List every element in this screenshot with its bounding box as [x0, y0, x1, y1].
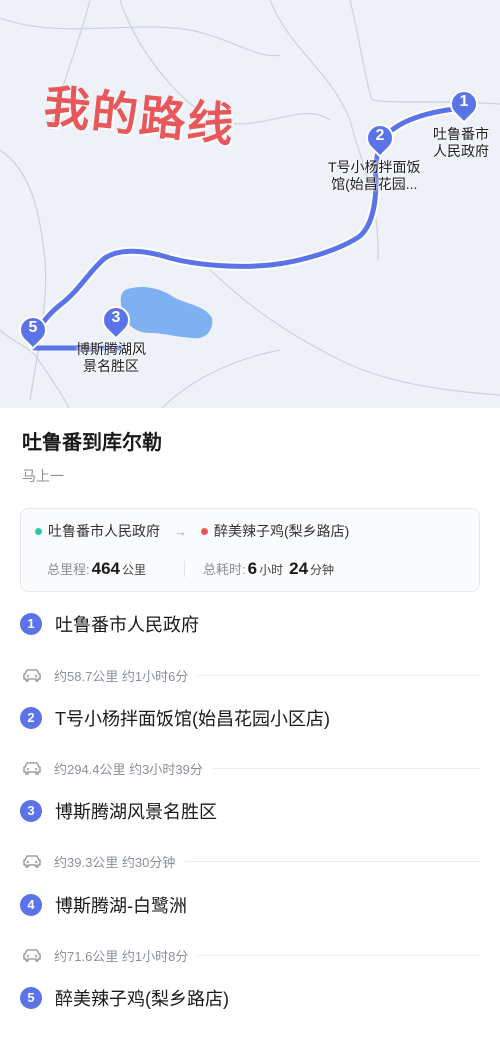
map-label-line: 馆(始昌花园... — [331, 176, 418, 192]
stop-number-badge: 4 — [20, 894, 42, 916]
route-detail-sheet: 吐鲁番到库尔勒 马上一 吐鲁番市人民政府 → 醉美辣子鸡(梨乡路店) 总里程: … — [0, 408, 500, 1039]
leg-distance-time: 约39.3公里 约30分钟 — [54, 854, 176, 870]
divider — [184, 561, 186, 577]
car-icon — [23, 855, 41, 868]
distance-label: 总里程: — [47, 562, 90, 577]
divider — [185, 860, 480, 862]
stop-item-4[interactable]: 4 博斯腾湖-白鹭洲 — [20, 891, 187, 919]
duration-label: 总耗时: — [203, 562, 246, 577]
map-pin-label-1: 吐鲁番市 人民政府 — [433, 126, 489, 160]
map-label-line: 吐鲁番市 — [433, 126, 489, 142]
map-pin-label-2: T号小杨拌面饭 馆(始昌花园... — [328, 159, 421, 193]
leg-item-2: 约294.4公里 约3小时39分 — [22, 758, 480, 778]
leg-distance-time: 约294.4公里 约3小时39分 — [54, 761, 203, 777]
map-pin-label-3: 博斯腾湖风 景名胜区 — [76, 341, 146, 375]
destination-name: 醉美辣子鸡(梨乡路店) — [214, 523, 350, 539]
map-label-line: 景名胜区 — [83, 358, 139, 374]
stop-item-2[interactable]: 2 T号小杨拌面饭馆(始昌花园小区店) — [20, 704, 330, 732]
map-pin-1[interactable]: 1 — [444, 84, 484, 124]
divider — [198, 674, 480, 676]
stop-name: 吐鲁番市人民政府 — [55, 615, 199, 635]
car-icon — [23, 762, 41, 775]
pin-number: 3 — [111, 309, 121, 326]
distance-value: 464 — [91, 559, 120, 578]
duration-minutes-unit: 分钟 — [310, 563, 335, 577]
stop-number-badge: 5 — [20, 987, 42, 1009]
map-pin-5[interactable]: 5 — [13, 310, 53, 350]
car-icon — [23, 669, 41, 682]
route-line — [31, 105, 467, 351]
origin-name: 吐鲁番市人民政府 — [48, 523, 160, 539]
stop-name: 博斯腾湖-白鹭洲 — [55, 896, 187, 916]
stop-name: 博斯腾湖风景名胜区 — [55, 802, 217, 822]
trip-stats-row: 总里程: 464 公里 总耗时: 6 小时 24 分钟 — [47, 559, 467, 579]
stop-number-badge: 1 — [20, 613, 42, 635]
pin-number: 2 — [375, 127, 385, 144]
stop-name: T号小杨拌面饭馆(始昌花园小区店) — [55, 709, 330, 729]
duration-hours: 6 — [247, 559, 258, 578]
divider — [198, 954, 480, 956]
page-title: 吐鲁番到库尔勒 — [22, 432, 162, 454]
route-map[interactable]: 我的路线 1 吐鲁番市 人民政府 2 T号小杨拌面饭 馆(始昌花园... 3 博… — [0, 0, 500, 410]
trip-author[interactable]: 马上一 — [22, 466, 64, 486]
car-icon — [23, 949, 41, 962]
divider — [212, 767, 480, 769]
map-pin-3[interactable]: 3 — [96, 300, 136, 340]
leg-item-3: 约39.3公里 约30分钟 — [22, 851, 480, 871]
origin-dot-icon — [35, 527, 42, 535]
map-canvas — [0, 0, 500, 410]
map-pin-2[interactable]: 2 — [360, 118, 400, 158]
pin-number: 5 — [28, 319, 38, 336]
stop-item-3[interactable]: 3 博斯腾湖风景名胜区 — [20, 797, 217, 825]
stop-item-5[interactable]: 5 醉美辣子鸡(梨乡路店) — [20, 984, 229, 1012]
stop-name: 醉美辣子鸡(梨乡路店) — [55, 989, 229, 1009]
pin-number: 1 — [459, 93, 469, 110]
leg-distance-time: 约58.7公里 约1小时6分 — [54, 668, 189, 684]
stop-number-badge: 2 — [20, 707, 42, 729]
map-label-line: 博斯腾湖风 — [76, 341, 146, 357]
route-line-outline — [29, 103, 469, 353]
arrow-right-icon: → — [174, 523, 187, 539]
stop-number-badge: 3 — [20, 800, 42, 822]
trip-summary-card: 吐鲁番市人民政府 → 醉美辣子鸡(梨乡路店) 总里程: 464 公里 总耗时: … — [20, 508, 480, 592]
lake-shape — [120, 286, 213, 339]
duration-minutes: 24 — [289, 559, 309, 578]
map-label-line: T号小杨拌面饭 — [328, 159, 421, 175]
leg-item-4: 约71.6公里 约1小时8分 — [22, 945, 480, 965]
duration-hours-unit: 小时 — [259, 563, 284, 577]
stop-item-1[interactable]: 1 吐鲁番市人民政府 — [20, 610, 199, 638]
leg-distance-time: 约71.6公里 约1小时8分 — [54, 948, 189, 964]
origin-destination-row: 吐鲁番市人民政府 → 醉美辣子鸡(梨乡路店) — [35, 521, 349, 541]
map-label-line: 人民政府 — [433, 143, 489, 159]
distance-unit: 公里 — [122, 563, 147, 577]
leg-item-1: 约58.7公里 约1小时6分 — [22, 665, 480, 685]
destination-dot-icon — [201, 527, 208, 535]
